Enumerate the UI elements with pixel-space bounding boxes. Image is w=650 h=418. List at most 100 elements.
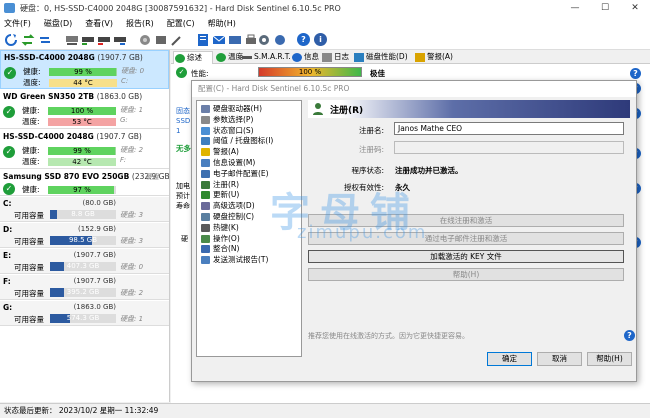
- disk-item[interactable]: Samsung SSD 870 EVO 250GB (232.9 GB) ✓ 健…: [0, 170, 169, 196]
- disk-test-icon[interactable]: [96, 32, 111, 47]
- ok-button[interactable]: 确定: [487, 352, 532, 366]
- volume-size: (1907.7 GB): [73, 251, 116, 259]
- disk-item[interactable]: WD Green SN350 2TB (1863.0 GB) ✓ 健康: 100…: [0, 90, 169, 129]
- tree-item[interactable]: 阈值 / 托盘图标(I): [201, 136, 273, 146]
- fragment-text: 1: [176, 127, 181, 135]
- tree-item-label: 热键(K): [213, 222, 239, 232]
- health-label: 健康:: [23, 67, 41, 76]
- tree-item[interactable]: 警报(A): [201, 147, 239, 157]
- tree-item[interactable]: 发送测试报告(T): [201, 255, 268, 265]
- free-space-label: 可用容量: [14, 237, 44, 246]
- volume-item[interactable]: D: (152.9 GB) 可用容量 98.5 GB 硬盘: 3: [0, 223, 169, 248]
- disk-item[interactable]: HS-SSD-C4000 2048G (1907.7 GB) ✓ 健康: 99 …: [0, 130, 169, 169]
- about-icon[interactable]: i: [313, 32, 328, 47]
- menu-disk[interactable]: 磁盘(D): [44, 18, 72, 29]
- app-icon: [4, 3, 15, 13]
- temp-value: 42 °C: [48, 158, 116, 166]
- reg-code-input[interactable]: [394, 141, 624, 154]
- tab-alerts[interactable]: 警报(A): [414, 51, 464, 64]
- tab-disk-performance[interactable]: 磁盘性能(D): [353, 51, 423, 64]
- close-button[interactable]: ✕: [620, 0, 650, 16]
- menu-view[interactable]: 查看(V): [85, 18, 113, 29]
- load-key-button[interactable]: 加载激活的 KEY 文件: [308, 250, 624, 263]
- menu-help[interactable]: 帮助(H): [208, 18, 236, 29]
- health-value: 99 %: [74, 68, 92, 76]
- volume-size: (1863.0 GB): [73, 303, 116, 311]
- tree-item-label: 更新(U): [213, 190, 240, 200]
- tree-item-icon: [201, 105, 210, 113]
- tree-item-label: 硬盘驱动器(H): [213, 104, 262, 113]
- tools-icon[interactable]: [169, 32, 184, 47]
- alerts-icon[interactable]: [272, 32, 287, 47]
- volume-item[interactable]: E: (1907.7 GB) 可用容量 407.3 GB 硬盘: 0: [0, 249, 169, 274]
- program-status-label: 程序状态:: [351, 166, 384, 175]
- tree-item-icon: [201, 159, 210, 167]
- tree-item-label: 参数选择(P): [213, 114, 254, 124]
- tree-item[interactable]: 信息设置(M): [201, 158, 255, 168]
- tree-item-icon: [201, 191, 210, 200]
- volume-item[interactable]: G: (1863.0 GB) 可用容量 574.3 GB 硬盘: 1: [0, 301, 169, 326]
- tree-item[interactable]: 电子邮件配置(E): [201, 169, 269, 179]
- disk-check-icon[interactable]: [112, 32, 127, 47]
- help-circle-icon[interactable]: ?: [630, 68, 641, 79]
- tree-item-label: 操作(O): [213, 233, 240, 243]
- tree-item-icon: [201, 245, 210, 254]
- free-space-value: 407.3 GB: [66, 262, 100, 270]
- minimize-button[interactable]: —: [560, 0, 590, 16]
- health-bar: 97 %: [48, 186, 116, 194]
- menu-report[interactable]: 报告(R): [126, 18, 154, 29]
- volume-item[interactable]: C: (80.0 GB) 可用容量 8.8 GB 硬盘: 3: [0, 197, 169, 222]
- tree-item[interactable]: 硬盘驱动器(H): [201, 104, 262, 114]
- disk-index: 硬盘: 2: [120, 146, 144, 154]
- inner-help-button[interactable]: 帮助(H): [308, 268, 624, 281]
- tree-item[interactable]: 注册(R): [201, 180, 239, 190]
- disk-item[interactable]: HS-SSD-C4000 2048G (1907.7 GB) ✓ 健康: 99 …: [0, 50, 169, 89]
- tab-overview[interactable]: 综述: [173, 51, 213, 64]
- performance-bar: 100 %: [258, 67, 362, 77]
- report-icon[interactable]: [195, 32, 210, 47]
- sync-icon[interactable]: [37, 32, 52, 47]
- tree-item[interactable]: 整合(N): [201, 244, 239, 254]
- disk-surface-icon[interactable]: [80, 32, 95, 47]
- tree-item[interactable]: 参数选择(P): [201, 115, 253, 125]
- cancel-button[interactable]: 取消: [537, 352, 582, 366]
- settings-gear-icon[interactable]: [256, 32, 271, 47]
- menu-config[interactable]: 配置(C): [167, 18, 195, 29]
- send-report-icon[interactable]: [227, 32, 242, 47]
- check-icon: [175, 54, 185, 63]
- dialog-title: 配置(C) - Hard Disk Sentinel 6.10.5c PRO: [192, 81, 636, 97]
- tree-item[interactable]: 硬盘控制(C): [201, 212, 254, 222]
- tree-item-icon: [201, 126, 210, 135]
- tree-item[interactable]: 状态窗口(S): [201, 126, 254, 136]
- free-space-label: 可用容量: [14, 289, 44, 298]
- fragment-text: 硬: [181, 235, 188, 243]
- tree-item[interactable]: 操作(O): [201, 234, 240, 244]
- disk-info-icon[interactable]: [64, 32, 79, 47]
- volume-item[interactable]: F: (1907.7 GB) 可用容量 395.2 GB 硬盘: 2: [0, 275, 169, 300]
- status-ok-icon: ✓: [4, 67, 16, 79]
- free-space-value: 98.5 GB: [68, 236, 98, 244]
- help-icon[interactable]: ?: [296, 32, 311, 47]
- help-circle-icon[interactable]: ?: [624, 330, 635, 341]
- free-space-bar: 574.3 GB: [50, 314, 116, 323]
- tree-item-label: 发送测试报告(T): [213, 255, 269, 265]
- refresh-all-icon[interactable]: [20, 32, 35, 47]
- mail-icon[interactable]: [211, 32, 226, 47]
- volume-name: E:: [3, 251, 12, 260]
- refresh-icon[interactable]: [3, 32, 18, 47]
- hdd-icon[interactable]: [137, 32, 152, 47]
- performance-icon: [354, 53, 364, 62]
- menu-file[interactable]: 文件(F): [4, 18, 31, 29]
- tree-item[interactable]: 热键(K): [201, 223, 239, 233]
- help-button[interactable]: 帮助(H): [587, 352, 632, 366]
- health-label: 健康:: [22, 106, 40, 115]
- free-space-label: 可用容量: [14, 211, 44, 220]
- maximize-button[interactable]: ☐: [590, 0, 620, 16]
- volume-size: (1907.7 GB): [73, 277, 116, 285]
- disk-drive-letter: C:: [121, 77, 129, 85]
- health-bar: 99 %: [49, 68, 117, 76]
- reg-name-input[interactable]: Janos Mathe CEO: [394, 122, 624, 135]
- usb-icon[interactable]: [153, 32, 168, 47]
- tree-item[interactable]: 高级选项(D): [201, 201, 255, 211]
- tree-item[interactable]: 更新(U): [201, 190, 239, 200]
